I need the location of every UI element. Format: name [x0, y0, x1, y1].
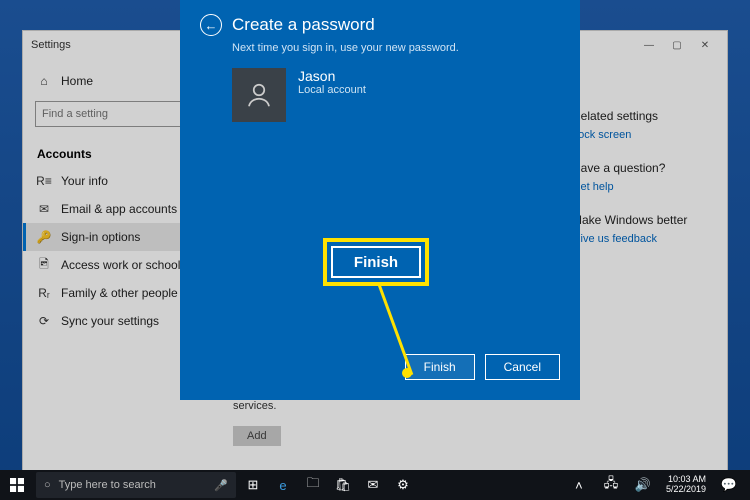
create-password-dialog: ← Create a password Next time you sign i… [180, 0, 580, 400]
cancel-button[interactable]: Cancel [485, 354, 560, 380]
back-button[interactable]: ← [200, 14, 222, 36]
person-icon: R≡ [37, 174, 51, 188]
mic-icon: 🎤 [214, 479, 228, 492]
lock-screen-link[interactable]: Lock screen [572, 129, 717, 141]
sidebar-label: Home [61, 74, 93, 88]
file-explorer-icon[interactable]: 🗀 [298, 470, 328, 500]
key-icon: 🔑 [37, 230, 51, 244]
clock-date: 5/22/2019 [666, 485, 706, 495]
person-icon [244, 80, 274, 110]
mail-icon[interactable]: ✉ [358, 470, 388, 500]
sidebar-label: Your info [61, 174, 108, 188]
maximize-button[interactable]: ▢ [663, 35, 691, 55]
windows-icon [10, 478, 24, 492]
settings-right-pane: Related settings Lock screen Have a ques… [572, 59, 727, 474]
feedback-link[interactable]: Give us feedback [572, 233, 717, 245]
sidebar-label: Access work or school [61, 258, 180, 272]
taskbar: ○ Type here to search 🎤 ⊞ e 🗀 🛍 ✉ ⚙ ˄ 🖧 … [0, 470, 750, 500]
sidebar-label: Email & app accounts [61, 202, 177, 216]
dialog-title: Create a password [232, 15, 375, 35]
user-account-row: Jason Local account [232, 68, 560, 122]
network-icon[interactable]: 🖧 [596, 470, 626, 500]
minimize-button[interactable]: — [635, 35, 663, 55]
search-input[interactable] [42, 108, 194, 120]
sync-icon: ⟳ [37, 314, 51, 328]
tray-chevron-icon[interactable]: ˄ [564, 470, 594, 500]
related-settings-heading: Related settings [572, 109, 717, 123]
avatar [232, 68, 286, 122]
sidebar-label: Sync your settings [61, 314, 159, 328]
taskbar-clock[interactable]: 10:03 AM 5/22/2019 [660, 475, 712, 495]
store-icon[interactable]: 🛍 [328, 470, 358, 500]
question-heading: Have a question? [572, 161, 717, 175]
mail-icon: ✉ [37, 202, 51, 216]
better-heading: Make Windows better [572, 213, 717, 227]
account-type: Local account [298, 84, 366, 96]
annotation-dot [402, 368, 412, 378]
user-name: Jason [298, 68, 366, 84]
get-help-link[interactable]: Get help [572, 181, 717, 193]
taskbar-search[interactable]: ○ Type here to search 🎤 [36, 472, 236, 498]
finish-button[interactable]: Finish [405, 354, 475, 380]
start-button[interactable] [0, 470, 34, 500]
task-view-button[interactable]: ⊞ [238, 470, 268, 500]
volume-icon[interactable]: 🔊 [628, 470, 658, 500]
settings-search[interactable] [35, 101, 201, 127]
briefcase-icon: 🖻 [37, 258, 51, 272]
add-pin-button[interactable]: Add [233, 426, 281, 446]
dialog-subtitle: Next time you sign in, use your new pass… [232, 42, 560, 54]
search-icon: ○ [44, 479, 51, 491]
home-icon: ⌂ [37, 74, 51, 88]
people-icon: Rᵣ [37, 286, 51, 300]
taskbar-search-placeholder: Type here to search [59, 479, 156, 491]
sidebar-label: Sign-in options [61, 230, 140, 244]
edge-icon[interactable]: e [268, 470, 298, 500]
sidebar-label: Family & other people [61, 286, 178, 300]
settings-icon[interactable]: ⚙ [388, 470, 418, 500]
notifications-icon[interactable]: 💬 [714, 470, 744, 500]
close-button[interactable]: ✕ [691, 35, 719, 55]
